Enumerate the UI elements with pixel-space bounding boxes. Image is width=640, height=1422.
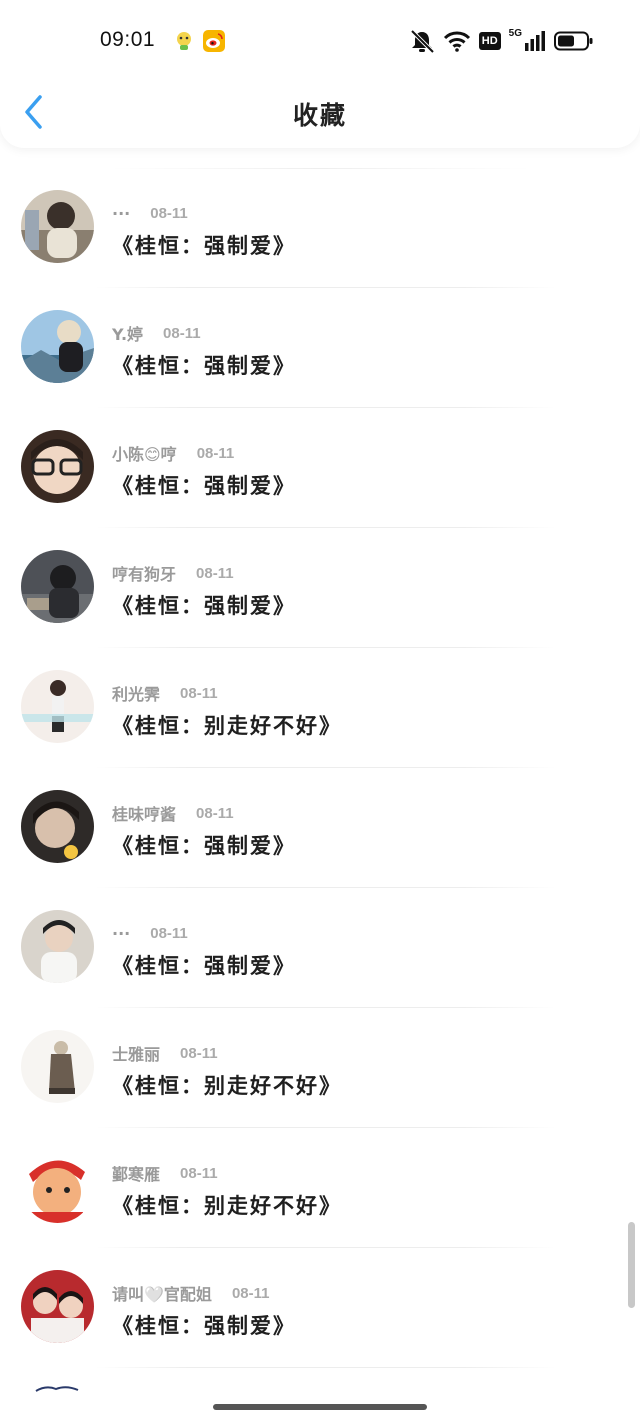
post-date: 08-11 <box>150 204 188 222</box>
scrollbar[interactable] <box>628 1222 635 1308</box>
avatar[interactable] <box>21 910 94 983</box>
list-item[interactable]: 小陈😊哼 08-11 《桂恒：强制爱》 <box>0 388 640 528</box>
author-name: 请叫🤍官配姐 <box>112 1285 212 1304</box>
book-title: 《桂恒：强制爱》 <box>112 474 296 498</box>
status-time: 09:01 <box>100 28 156 51</box>
list-item[interactable]: 哼有狗牙 08-11 《桂恒：强制爱》 <box>0 508 640 648</box>
post-date: 08-11 <box>196 444 235 462</box>
author-name: 哼有狗牙 <box>112 565 177 584</box>
author-name: ··· <box>112 923 131 943</box>
book-title: 《桂恒：别走好不好》 <box>112 714 342 738</box>
list-item[interactable]: ··· 08-11 《桂恒：强制爱》 <box>0 868 640 1008</box>
network-type-label: 5G <box>508 27 522 39</box>
book-title: 《桂恒：强制爱》 <box>112 834 296 858</box>
book-title: 《桂恒：强制爱》 <box>112 954 296 978</box>
page-title: 收藏 <box>292 101 347 130</box>
post-date: 08-11 <box>180 684 218 702</box>
top-bar: 09:01 HD 5G 收藏 <box>0 0 640 148</box>
home-indicator[interactable] <box>213 1404 427 1410</box>
book-title: 《桂恒：强制爱》 <box>112 594 296 618</box>
avatar[interactable] <box>21 670 94 743</box>
book-title: 《桂恒：别走好不好》 <box>112 1194 342 1218</box>
post-date: 08-11 <box>180 1044 218 1062</box>
author-name: 小陈😊哼 <box>112 445 177 464</box>
list-item[interactable]: 桂味哼酱 08-11 《桂恒：强制爱》 <box>0 748 640 888</box>
author-name: Y.婷 <box>112 325 144 344</box>
list-item[interactable]: ··· 08-11 《桂恒：强制爱》 <box>0 148 640 288</box>
avatar[interactable] <box>21 190 94 263</box>
post-date: 08-11 <box>196 564 234 582</box>
list-item[interactable]: Y.婷 08-11 《桂恒：强制爱》 <box>0 268 640 408</box>
post-date: 08-11 <box>150 924 188 942</box>
book-title: 《桂恒：强制爱》 <box>112 1314 296 1338</box>
post-date: 08-11 <box>180 1164 218 1182</box>
list-item[interactable]: 鄞寒雁 08-11 《桂恒：别走好不好》 <box>0 1108 640 1248</box>
avatar[interactable] <box>21 430 94 503</box>
list-item[interactable]: 利光霁 08-11 《桂恒：别走好不好》 <box>0 628 640 768</box>
post-date: 08-11 <box>163 324 201 342</box>
avatar[interactable] <box>21 790 94 863</box>
book-title: 《桂恒：强制爱》 <box>112 354 296 378</box>
hd-icon: HD <box>478 32 501 50</box>
book-title: 《桂恒：别走好不好》 <box>112 1074 342 1098</box>
author-name: 利光霁 <box>112 685 161 704</box>
avatar[interactable] <box>21 310 94 383</box>
avatar[interactable] <box>21 1150 94 1223</box>
post-date: 08-11 <box>196 804 234 822</box>
author-name: 桂味哼酱 <box>112 805 177 824</box>
signal-icon <box>525 31 545 51</box>
avatar[interactable] <box>21 1270 94 1343</box>
next-avatar-partial <box>35 1386 79 1392</box>
battery-icon <box>554 31 593 51</box>
list-item[interactable]: 请叫🤍官配姐 08-11 《桂恒：强制爱》 <box>0 1228 640 1368</box>
author-name: 鄞寒雁 <box>112 1165 161 1184</box>
book-title: 《桂恒：强制爱》 <box>112 234 296 258</box>
system-status-icons: HD 5G <box>409 28 594 54</box>
wifi-icon <box>443 31 470 52</box>
bell-muted-icon <box>410 29 435 53</box>
divider <box>96 1367 556 1368</box>
app-mascot-icon <box>177 32 191 50</box>
author-name: 士雅丽 <box>112 1045 161 1064</box>
author-name: ··· <box>112 203 131 223</box>
avatar[interactable] <box>21 550 94 623</box>
weibo-icon <box>203 30 225 52</box>
list-item[interactable]: 士雅丽 08-11 《桂恒：别走好不好》 <box>0 988 640 1128</box>
avatar[interactable] <box>21 1030 94 1103</box>
post-date: 08-11 <box>231 1284 270 1302</box>
